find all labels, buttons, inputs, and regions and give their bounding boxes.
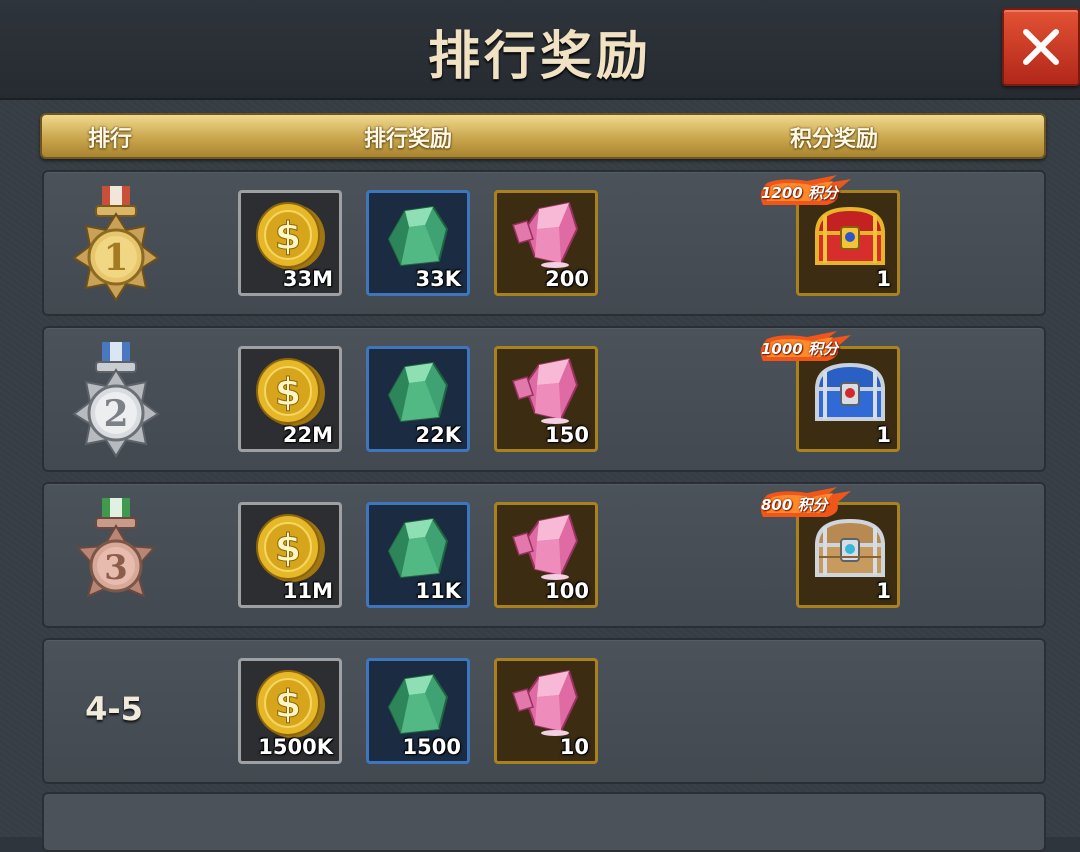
gold-coin-reward[interactable]: $ 1500K xyxy=(238,658,342,764)
close-icon xyxy=(1023,29,1059,65)
gold-coin-reward[interactable]: $ 33M xyxy=(238,190,342,296)
points-chest-reward[interactable]: 1000 积分 1 xyxy=(760,331,900,452)
ranking-rewards-panel: 排行奖励 排行 排行奖励 积分奖励 1 $ 33M 33K 200 1200 积… xyxy=(0,0,1080,852)
pink-crystal-icon xyxy=(512,357,579,424)
crystal-qty: 10 xyxy=(559,735,589,759)
pink-crystal-icon xyxy=(512,513,579,580)
reward-row-rank-4-5: 4-5 $ 1500K 1500 10 xyxy=(42,638,1046,784)
crystal-qty: 150 xyxy=(545,423,589,447)
green-gem-icon xyxy=(387,517,449,579)
gold-coin-reward[interactable]: $ 11M xyxy=(238,502,342,608)
pink-crystal-icon xyxy=(512,669,579,736)
reward-row-rank-1: 1 $ 33M 33K 200 1200 积分 1 xyxy=(42,170,1046,316)
gem-qty: 11K xyxy=(415,579,462,603)
gem-qty: 1500 xyxy=(402,735,461,759)
svg-text:3: 3 xyxy=(104,548,128,588)
reward-row-rank-2: 2 $ 22M 22K 150 1000 积分 1 xyxy=(42,326,1046,472)
svg-text:1: 1 xyxy=(103,237,128,279)
svg-text:$: $ xyxy=(275,526,301,570)
crystal-reward[interactable]: 200 xyxy=(494,190,598,296)
gold-coin-reward[interactable]: $ 22M xyxy=(238,346,342,452)
close-button[interactable] xyxy=(1002,8,1080,86)
gold-coin-icon: $ xyxy=(256,670,325,738)
crystal-qty: 100 xyxy=(545,579,589,603)
gold-coin-qty: 11M xyxy=(282,579,333,603)
green-gem-icon xyxy=(387,361,449,423)
pink-crystal-icon xyxy=(512,201,579,268)
silver-medal-icon: 2 xyxy=(72,342,160,458)
bronze-medal-icon: 3 xyxy=(75,498,157,598)
points-chest-reward[interactable]: 800 积分 1 xyxy=(760,487,900,608)
header-points-reward: 积分奖励 xyxy=(790,127,879,152)
gold-coin-icon: $ xyxy=(256,358,325,426)
gem-reward[interactable]: 22K xyxy=(366,346,470,452)
blue-chest-icon xyxy=(814,362,886,421)
gem-reward[interactable]: 1500 xyxy=(366,658,470,764)
gold-medal-icon: 1 xyxy=(72,186,160,302)
crystal-qty: 200 xyxy=(545,267,589,291)
gold-coin-qty: 22M xyxy=(282,423,333,447)
header-rank-reward: 排行奖励 xyxy=(364,127,453,152)
green-gem-icon xyxy=(387,205,449,267)
chest-qty: 1 xyxy=(876,579,891,603)
chest-qty: 1 xyxy=(876,423,891,447)
rank-range-label: 4-5 xyxy=(85,690,143,728)
svg-text:2: 2 xyxy=(103,393,128,435)
gold-coin-qty: 1500K xyxy=(258,735,333,759)
wooden-chest-icon xyxy=(814,518,886,577)
panel-title: 排行奖励 xyxy=(427,27,652,87)
crystal-reward[interactable]: 150 xyxy=(494,346,598,452)
gem-qty: 33K xyxy=(415,267,462,291)
gold-coin-icon: $ xyxy=(256,514,325,582)
reward-row-partial xyxy=(42,792,1046,852)
header-rank: 排行 xyxy=(88,127,133,152)
gem-qty: 22K xyxy=(415,423,462,447)
svg-text:$: $ xyxy=(275,682,301,726)
green-gem-icon xyxy=(387,673,449,735)
gem-reward[interactable]: 33K xyxy=(366,190,470,296)
gold-coin-icon: $ xyxy=(256,202,325,270)
points-chest-reward[interactable]: 1200 积分 1 xyxy=(760,175,900,296)
title-bar: 排行奖励 xyxy=(0,0,1080,100)
gold-coin-qty: 33M xyxy=(282,267,333,291)
crystal-reward[interactable]: 10 xyxy=(494,658,598,764)
chest-qty: 1 xyxy=(876,267,891,291)
red-chest-icon xyxy=(814,206,886,265)
reward-row-rank-3: 3 $ 11M 11K 100 800 积分 1 xyxy=(42,482,1046,628)
crystal-reward[interactable]: 100 xyxy=(494,502,598,608)
column-header-bar: 排行 排行奖励 积分奖励 xyxy=(40,113,1046,159)
svg-text:$: $ xyxy=(275,214,301,258)
gem-reward[interactable]: 11K xyxy=(366,502,470,608)
svg-text:$: $ xyxy=(275,370,301,414)
